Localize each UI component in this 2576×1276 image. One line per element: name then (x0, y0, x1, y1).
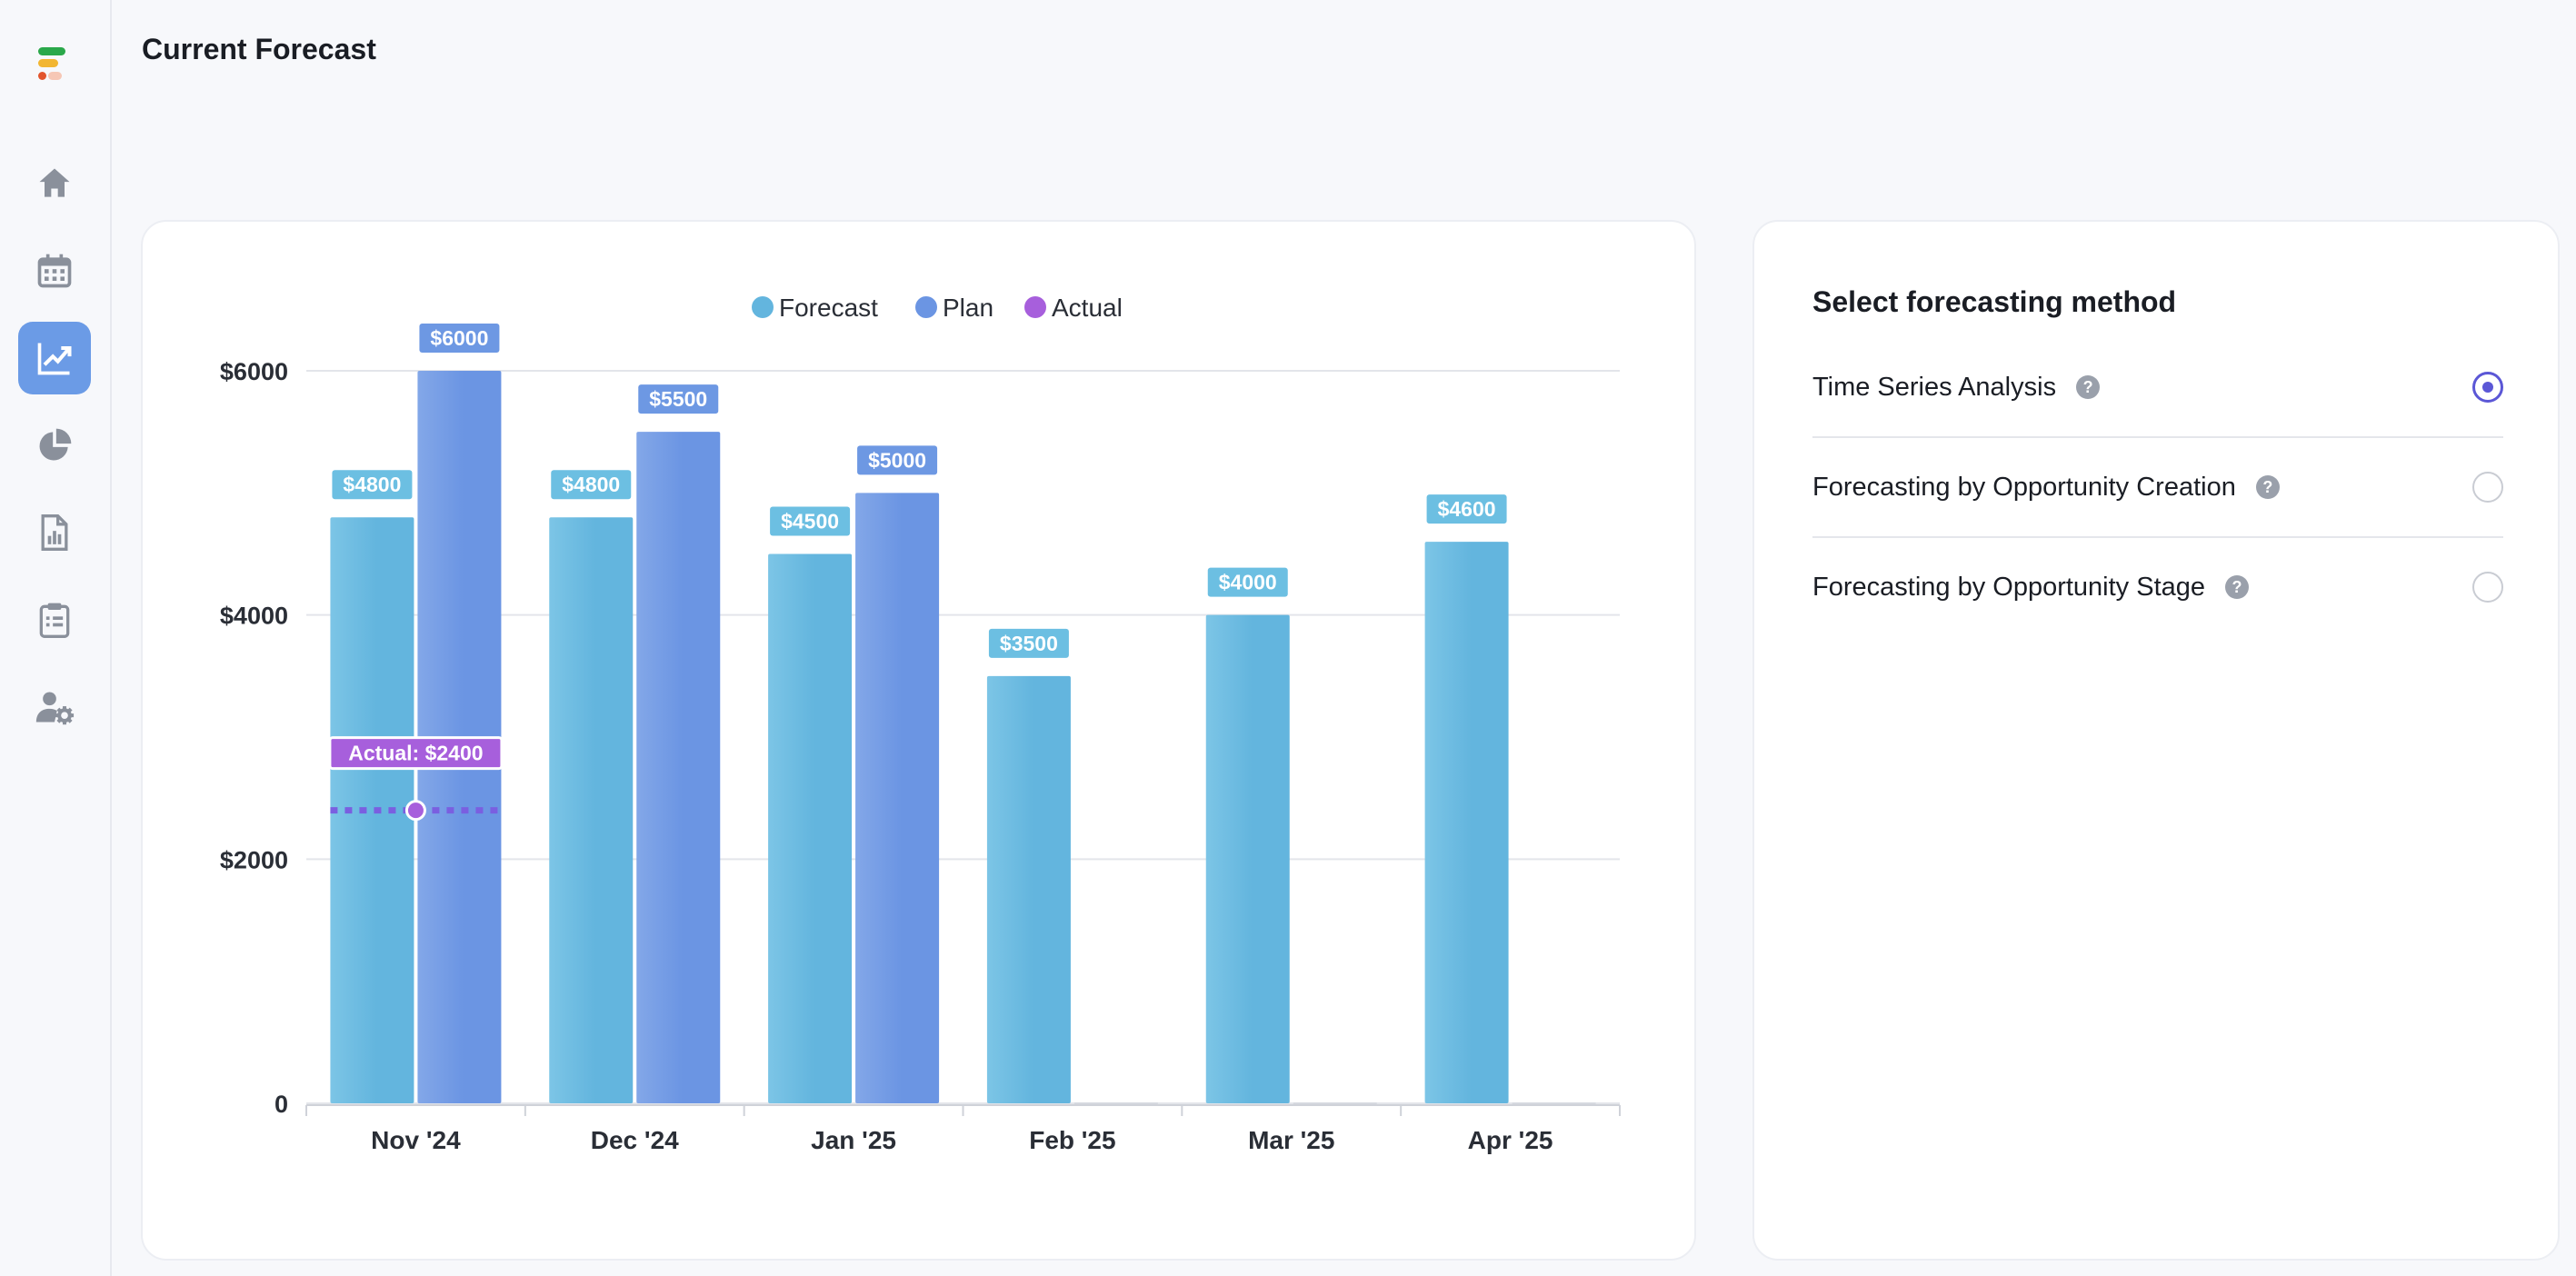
forecast-bar (768, 553, 853, 1103)
forecast-data-label: $4600 (1438, 497, 1496, 521)
option-label: Time Series Analysis (1812, 372, 2057, 402)
legend-label: Forecast (779, 294, 878, 322)
method-panel-title: Select forecasting method (1812, 285, 2177, 318)
forecast-bar (1424, 542, 1509, 1103)
nav-user-settings[interactable] (18, 671, 91, 743)
app-logo (35, 45, 71, 91)
radio-time-series[interactable] (2472, 372, 2503, 403)
x-tick-label: Nov '24 (371, 1126, 461, 1154)
option-label: Forecasting by Opportunity Creation (1812, 472, 2236, 502)
forecast-data-label: $4500 (781, 510, 839, 533)
nav-forecast[interactable] (18, 322, 91, 394)
forecast-bar (549, 517, 634, 1103)
forecast-bar (1205, 614, 1290, 1103)
x-tick-label: Jan '25 (811, 1126, 896, 1154)
x-tick-label: Feb '25 (1029, 1126, 1115, 1154)
nav-analytics[interactable] (18, 409, 91, 482)
help-icon[interactable]: ? (2255, 475, 2280, 499)
calendar-icon (37, 254, 72, 288)
legend-label: Plan (943, 294, 993, 322)
legend-swatch (1024, 296, 1046, 318)
trend-chart-icon (37, 343, 72, 375)
plan-data-label: $5000 (868, 448, 926, 472)
actual-data-label: Actual: $2400 (348, 742, 483, 765)
legend-swatch (915, 296, 937, 318)
plan-bar (636, 432, 721, 1103)
forecast-data-label: $4800 (562, 473, 620, 496)
user-settings-icon (35, 692, 75, 725)
plan-bar (855, 493, 940, 1103)
radio-opportunity-creation[interactable] (2472, 472, 2503, 503)
y-tick-label: $4000 (220, 603, 288, 630)
forecast-chart-card: 0 $2000 $4000 $6000 $4800 $6000 Nov '24 Actual:… (141, 220, 1696, 1261)
plan-data-label: $6000 (430, 326, 488, 350)
pie-chart-icon (39, 428, 72, 461)
forecast-bar (330, 517, 414, 1103)
legend-swatch (752, 296, 774, 318)
forecast-data-label: $4000 (1219, 571, 1277, 594)
nav-home[interactable] (18, 147, 91, 220)
forecast-data-label: $3500 (1000, 632, 1058, 655)
help-icon[interactable]: ? (2076, 375, 2101, 399)
clipboard-icon (39, 603, 70, 638)
forecast-bar (986, 675, 1071, 1103)
page-title: Current Forecast (142, 33, 376, 65)
y-tick-label: $6000 (220, 358, 288, 385)
actual-point (404, 800, 426, 822)
x-tick-label: Dec '24 (591, 1126, 679, 1154)
home-icon (39, 168, 70, 197)
report-icon (41, 514, 68, 551)
y-tick-label: 0 (275, 1091, 288, 1118)
forecast-data-label: $4800 (343, 473, 401, 496)
radio-opportunity-stage[interactable] (2472, 572, 2503, 603)
nav-reports[interactable] (18, 496, 91, 569)
sidebar (0, 0, 112, 1276)
forecast-chart: 0 $2000 $4000 $6000 $4800 $6000 Nov '24 Actual:… (220, 294, 1621, 1154)
option-opportunity-stage[interactable]: Forecasting by Opportunity Stage ? (1812, 537, 2503, 637)
legend-label: Actual (1052, 294, 1123, 322)
nav-tasks[interactable] (18, 583, 91, 656)
option-time-series[interactable]: Time Series Analysis ? (1812, 337, 2503, 437)
nav-calendar[interactable] (18, 234, 91, 307)
forecast-method-card: Select forecasting method Time Series An… (1752, 220, 2560, 1261)
plan-data-label: $5500 (649, 387, 707, 411)
option-opportunity-creation[interactable]: Forecasting by Opportunity Creation ? (1812, 437, 2503, 537)
x-tick-label: Apr '25 (1468, 1126, 1553, 1154)
y-tick-label: $2000 (220, 846, 288, 873)
help-icon[interactable]: ? (2225, 575, 2250, 599)
x-tick-label: Mar '25 (1248, 1126, 1334, 1154)
option-label: Forecasting by Opportunity Stage (1812, 572, 2206, 602)
